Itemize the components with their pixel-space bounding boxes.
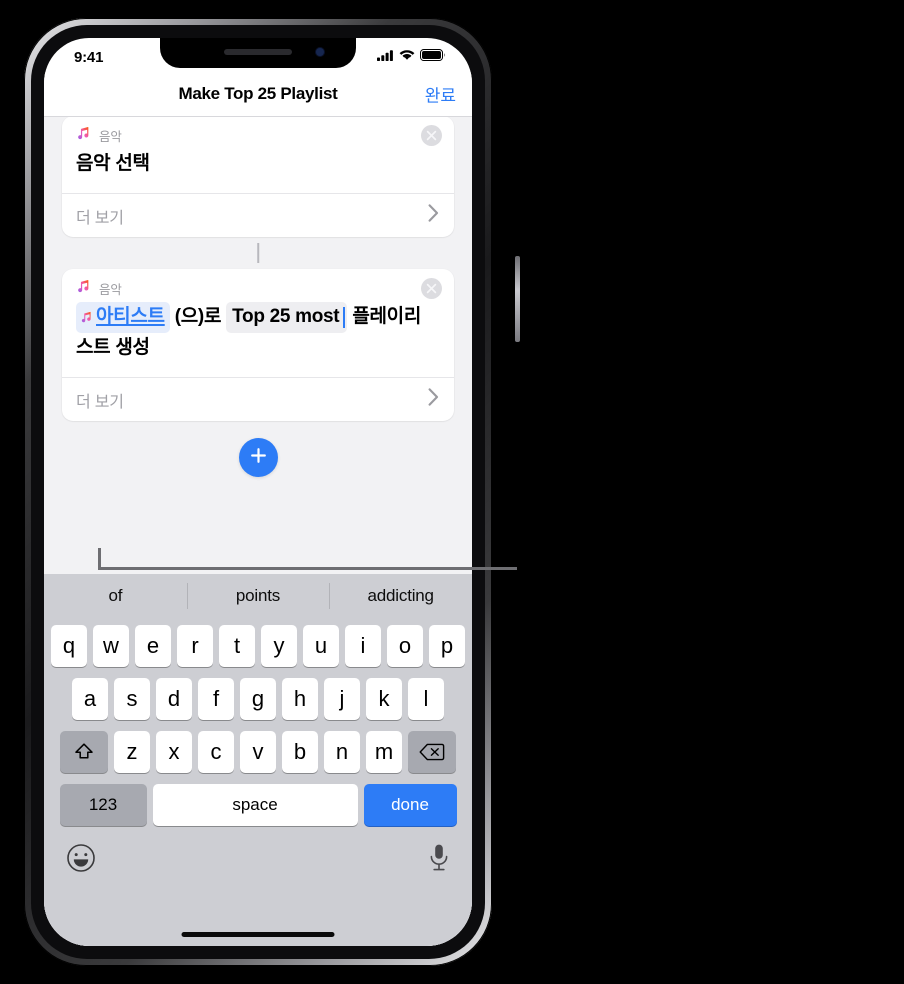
- show-more-label: 더 보기: [76, 209, 124, 227]
- key-o[interactable]: o: [387, 625, 423, 667]
- key-i[interactable]: i: [345, 625, 381, 667]
- add-action-row: [62, 421, 454, 491]
- keyboard-row-1: q w e r t y u i o p: [47, 625, 469, 667]
- key-j[interactable]: j: [324, 678, 360, 720]
- card-connector-gap: [62, 237, 454, 269]
- plus-icon: [249, 446, 268, 470]
- action-connector-text: (으)로: [174, 306, 222, 328]
- action-card-header: 음악: [62, 269, 454, 298]
- key-d[interactable]: d: [156, 678, 192, 720]
- key-t[interactable]: t: [219, 625, 255, 667]
- keyboard-row-2: a s d f g h j k l: [47, 678, 469, 720]
- battery-icon: [420, 48, 446, 66]
- key-h[interactable]: h: [282, 678, 318, 720]
- text-cursor: [343, 306, 346, 328]
- phone-screen: 9:41 Make Top 25 Playlist 완료 음악 음악 선택 더 …: [44, 38, 472, 946]
- front-camera-icon: [316, 48, 324, 56]
- done-button[interactable]: 완료: [425, 82, 456, 107]
- key-y[interactable]: y: [261, 625, 297, 667]
- phone-frame: 9:41 Make Top 25 Playlist 완료 음악 음악 선택 더 …: [24, 18, 520, 966]
- key-u[interactable]: u: [303, 625, 339, 667]
- keyboard-row-4: 123 space done: [47, 784, 469, 826]
- keyboard-done-key[interactable]: done: [363, 784, 457, 826]
- home-indicator[interactable]: [181, 932, 335, 937]
- key-w[interactable]: w: [93, 625, 129, 667]
- microphone-icon[interactable]: [428, 843, 450, 878]
- action-card-body[interactable]: 음악 선택: [62, 145, 454, 193]
- key-x[interactable]: x: [156, 731, 192, 773]
- key-a[interactable]: a: [72, 678, 108, 720]
- music-note-icon: [76, 279, 90, 298]
- key-m[interactable]: m: [366, 731, 402, 773]
- power-button[interactable]: [515, 256, 520, 342]
- key-n[interactable]: n: [324, 731, 360, 773]
- key-f[interactable]: f: [198, 678, 234, 720]
- key-b[interactable]: b: [282, 731, 318, 773]
- phone-bezel: 9:41 Make Top 25 Playlist 완료 음악 음악 선택 더 …: [31, 25, 485, 959]
- cellular-signal-icon: [377, 48, 394, 66]
- predictive-text-bar: of points addicting: [44, 574, 472, 618]
- action-card-create-playlist[interactable]: 음악 아티스트 (으)로 Top 25 most 플레이리스트 생성 더 보기: [62, 269, 454, 422]
- action-app-label: 음악: [99, 283, 122, 298]
- navigation-bar: Make Top 25 Playlist 완료: [44, 72, 472, 117]
- key-e[interactable]: e: [135, 625, 171, 667]
- chevron-right-icon: [428, 204, 439, 227]
- key-s[interactable]: s: [114, 678, 150, 720]
- earpiece-speaker: [224, 49, 292, 55]
- variable-token-label: 아티스트: [96, 306, 165, 328]
- page-title: Make Top 25 Playlist: [178, 84, 338, 103]
- key-z[interactable]: z: [114, 731, 150, 773]
- music-note-icon: [80, 302, 92, 331]
- variable-token-artist[interactable]: 아티스트: [76, 302, 170, 333]
- show-more-row[interactable]: 더 보기: [62, 193, 454, 237]
- key-q[interactable]: q: [51, 625, 87, 667]
- numeric-key[interactable]: 123: [59, 784, 147, 826]
- key-p[interactable]: p: [429, 625, 465, 667]
- card-connector-line: [257, 243, 259, 264]
- key-r[interactable]: r: [177, 625, 213, 667]
- wifi-icon: [399, 48, 415, 66]
- shift-icon[interactable]: [60, 731, 108, 773]
- key-g[interactable]: g: [240, 678, 276, 720]
- show-more-row[interactable]: 더 보기: [62, 377, 454, 421]
- show-more-label: 더 보기: [76, 393, 124, 411]
- action-card-header: 음악: [62, 116, 454, 145]
- prediction-2[interactable]: points: [186, 574, 330, 618]
- action-card-body[interactable]: 아티스트 (으)로 Top 25 most 플레이리스트 생성: [62, 298, 454, 377]
- action-card-list: 음악 음악 선택 더 보기 음악 아티스트 (으)로 Top 25 most 플…: [44, 116, 472, 491]
- close-circle-icon[interactable]: [421, 125, 442, 146]
- music-note-icon: [76, 126, 90, 145]
- add-action-button[interactable]: [238, 438, 278, 478]
- backspace-icon[interactable]: [408, 731, 456, 773]
- key-k[interactable]: k: [366, 678, 402, 720]
- playlist-name-input[interactable]: Top 25 most: [226, 302, 348, 333]
- key-l[interactable]: l: [408, 678, 444, 720]
- screenshot-root: 9:41 Make Top 25 Playlist 완료 음악 음악 선택 더 …: [0, 0, 904, 984]
- key-grid: q w e r t y u i o p a s d f g h j k l z …: [44, 618, 472, 826]
- keyboard-row-3: z x c v b n m: [47, 731, 469, 773]
- chevron-right-icon: [428, 388, 439, 411]
- playlist-name-value: Top 25 most: [232, 306, 340, 328]
- key-c[interactable]: c: [198, 731, 234, 773]
- action-card-select-music[interactable]: 음악 음악 선택 더 보기: [62, 116, 454, 238]
- on-screen-keyboard: of points addicting q w e r t y u i o p …: [44, 574, 472, 946]
- notch: [160, 38, 356, 68]
- status-icons: [377, 48, 446, 66]
- space-key[interactable]: space: [152, 784, 358, 826]
- prediction-1[interactable]: of: [44, 574, 187, 618]
- key-v[interactable]: v: [240, 731, 276, 773]
- action-app-label: 음악: [99, 130, 122, 144]
- prediction-3[interactable]: addicting: [329, 574, 472, 618]
- emoji-icon[interactable]: [66, 843, 96, 878]
- status-time: 9:41: [74, 48, 104, 66]
- keyboard-footer: [44, 832, 472, 888]
